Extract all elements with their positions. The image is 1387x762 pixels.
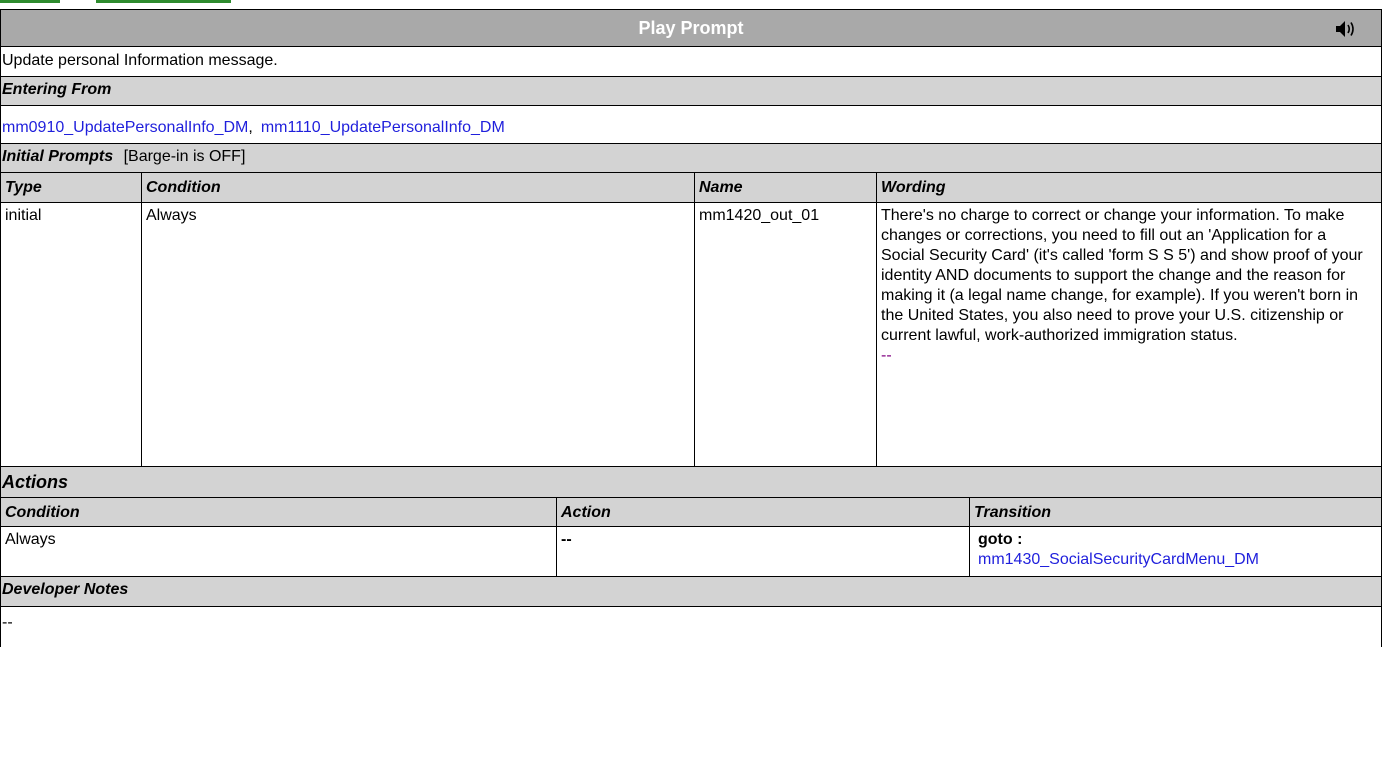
actions-label: Actions <box>2 472 69 492</box>
prompt-type: initial <box>1 203 142 466</box>
prompt-name: mm1420_out_01 <box>695 203 877 466</box>
transition-link[interactable]: mm1430_SocialSecurityCardMenu_DM <box>978 550 1377 570</box>
developer-notes-header: Developer Notes <box>0 577 1382 607</box>
top-band-segment <box>0 0 60 3</box>
entering-from-link[interactable]: mm0910_UpdatePersonalInfo_DM <box>2 119 248 136</box>
column-header-wording: Wording <box>881 179 946 196</box>
actions-columns: Condition Action Transition <box>0 498 1382 527</box>
developer-notes-label: Developer Notes <box>2 581 129 598</box>
developer-notes-row: -- <box>0 607 1382 647</box>
entering-from-header: Entering From <box>0 77 1382 106</box>
column-header-condition: Condition <box>142 173 695 202</box>
link-separator: , <box>248 119 253 136</box>
prompt-wording: There's no charge to correct or change y… <box>881 207 1363 344</box>
top-band-segment <box>96 0 231 3</box>
description-text: Update personal Information message. <box>2 52 278 69</box>
action-transition-cell: goto : mm1430_SocialSecurityCardMenu_DM <box>970 527 1381 576</box>
developer-notes-value: -- <box>2 614 13 631</box>
transition-prefix: goto : <box>978 531 1023 548</box>
column-header-action: Action <box>557 498 970 526</box>
action-value: -- <box>557 527 970 576</box>
prompt-wording-link[interactable]: -- <box>881 346 1371 366</box>
actions-header: Actions <box>0 467 1382 498</box>
prompt-wording-cell: There's no charge to correct or change y… <box>877 203 1381 466</box>
prompt-condition: Always <box>142 203 695 466</box>
column-header-type: Type <box>1 173 142 202</box>
barge-in-status: [Barge-in is OFF] <box>123 148 246 165</box>
initial-prompts-columns: Type Condition Name Wording <box>0 173 1382 203</box>
entering-from-row: mm0910_UpdatePersonalInfo_DM, mm1110_Upda… <box>0 106 1382 144</box>
header-title: Play Prompt <box>638 18 744 38</box>
initial-prompts-header: Initial Prompts [Barge-in is OFF] <box>0 144 1382 173</box>
column-header-name: Name <box>695 173 877 202</box>
table-row: initial Always mm1420_out_01 There's no … <box>0 203 1382 467</box>
column-header-condition: Condition <box>1 498 557 526</box>
entering-from-label: Entering From <box>2 81 112 98</box>
action-condition: Always <box>1 527 557 576</box>
entering-from-link[interactable]: mm1110_UpdatePersonalInfo_DM <box>261 119 505 136</box>
table-row: Always -- goto : mm1430_SocialSecurityCa… <box>0 527 1382 577</box>
header-row: Play Prompt <box>0 9 1382 47</box>
entering-from-links: mm0910_UpdatePersonalInfo_DM, mm1110_Upda… <box>1 106 1381 138</box>
initial-prompts-label: Initial Prompts <box>2 148 114 165</box>
initial-prompts-heading: Initial Prompts [Barge-in is OFF] <box>1 144 1381 166</box>
column-header-transition: Transition <box>974 504 1052 521</box>
description-row: Update personal Information message. <box>0 47 1382 77</box>
speaker-icon[interactable] <box>1334 19 1356 39</box>
